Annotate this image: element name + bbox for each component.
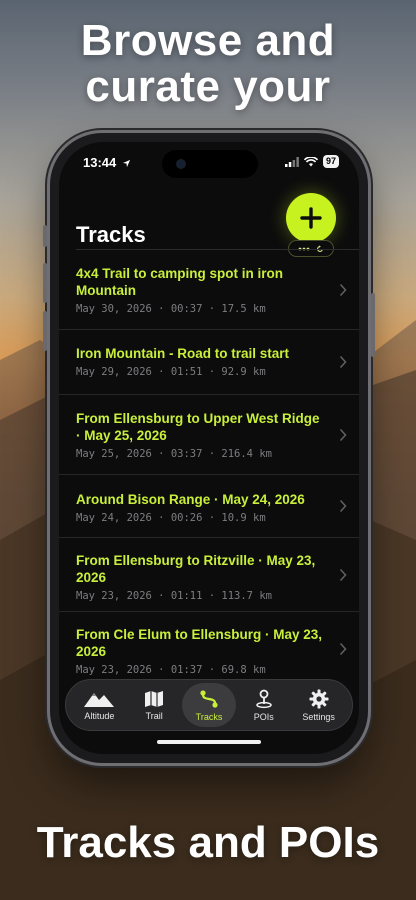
tab-tracks[interactable]: Tracks xyxy=(181,683,237,727)
map-icon xyxy=(145,690,164,707)
track-row[interactable]: From Cle Elum to Ellensburg · May 23, 20… xyxy=(59,612,359,686)
chevron-right-icon xyxy=(339,568,347,581)
track-meta: May 23, 2026 · 01:37 · 69.8 km xyxy=(76,664,266,676)
track-meta: May 23, 2026 · 01:11 · 113.7 km xyxy=(76,590,272,602)
track-row[interactable]: Iron Mountain - Road to trail start May … xyxy=(59,330,359,395)
phone-frame: 13:44 97 Tracks 4x4 Trail to camping spo… xyxy=(43,133,375,763)
track-name: Iron Mountain - Road to trail start xyxy=(76,346,289,361)
tab-bar: Altitude Trail Tracks POIs Settings xyxy=(65,679,353,731)
track-row[interactable]: 4x4 Trail to camping spot in iron Mounta… xyxy=(59,250,359,330)
phone-power-button xyxy=(371,293,375,357)
phone-volume-up xyxy=(43,263,47,303)
tab-label: Trail xyxy=(145,710,163,721)
track-row[interactable]: Around Bison Range · May 24, 2026 May 24… xyxy=(59,475,359,538)
phone-volume-down xyxy=(43,311,47,351)
tab-trail[interactable]: Trail xyxy=(127,683,182,727)
phone-action-button xyxy=(43,225,47,247)
marketing-headline-top: Browse and curate your xyxy=(0,18,416,110)
tab-settings[interactable]: Settings xyxy=(291,683,346,727)
tab-pois[interactable]: POIs xyxy=(236,683,291,727)
tab-label: Settings xyxy=(302,711,335,722)
tracks-list: 4x4 Trail to camping spot in iron Mounta… xyxy=(59,250,359,686)
headline-line-1: Browse and xyxy=(80,16,336,65)
track-name: From Ellensburg to Ritzville · May 23, 2… xyxy=(76,553,316,585)
status-indicators: 97 xyxy=(284,155,339,168)
track-meta: May 25, 2026 · 03:37 · 216.4 km xyxy=(76,448,272,460)
tab-altitude[interactable]: Altitude xyxy=(72,683,127,727)
app-screen: 13:44 97 Tracks 4x4 Trail to camping spo… xyxy=(59,142,359,754)
location-arrow-icon xyxy=(122,159,130,168)
add-track-button[interactable] xyxy=(286,193,336,243)
page-title: Tracks xyxy=(76,222,146,247)
battery-indicator: 97 xyxy=(322,155,339,168)
track-name: Around Bison Range · May 24, 2026 xyxy=(76,492,305,507)
track-meta: May 30, 2026 · 00:37 · 17.5 km xyxy=(76,303,266,315)
track-meta: May 29, 2026 · 01:51 · 92.9 km xyxy=(76,366,266,378)
plus-icon xyxy=(300,207,322,229)
wifi-icon xyxy=(303,156,318,166)
tab-label: Altitude xyxy=(84,710,115,721)
tab-label: Tracks xyxy=(195,711,223,722)
home-indicator[interactable] xyxy=(157,740,261,744)
gear-icon xyxy=(309,689,329,708)
route-icon xyxy=(200,689,218,708)
chevron-right-icon xyxy=(339,283,347,296)
track-meta: May 24, 2026 · 00:26 · 10.9 km xyxy=(76,512,266,524)
pin-icon xyxy=(256,689,272,708)
chevron-right-icon xyxy=(339,642,347,656)
status-time-text: 13:44 xyxy=(83,155,117,170)
marketing-headline-bottom: Tracks and POIs xyxy=(36,818,380,867)
signal-icon xyxy=(284,156,299,167)
status-time: 13:44 xyxy=(83,155,131,170)
dynamic-island xyxy=(162,150,258,178)
track-name: From Cle Elum to Ellensburg · May 23, 20… xyxy=(76,627,323,659)
track-row[interactable]: From Ellensburg to Ritzville · May 23, 2… xyxy=(59,538,359,612)
tab-label: POIs xyxy=(253,711,274,722)
chevron-right-icon xyxy=(339,428,347,441)
mountain-icon xyxy=(84,692,115,707)
track-name: 4x4 Trail to camping spot in iron Mounta… xyxy=(76,266,284,298)
track-row[interactable]: From Ellensburg to Upper West Ridge · Ma… xyxy=(59,395,359,475)
chevron-right-icon xyxy=(339,355,347,369)
headline-line-2: curate your xyxy=(85,62,331,111)
chevron-right-icon xyxy=(339,499,347,513)
track-name: From Ellensburg to Upper West Ridge · Ma… xyxy=(76,411,320,443)
